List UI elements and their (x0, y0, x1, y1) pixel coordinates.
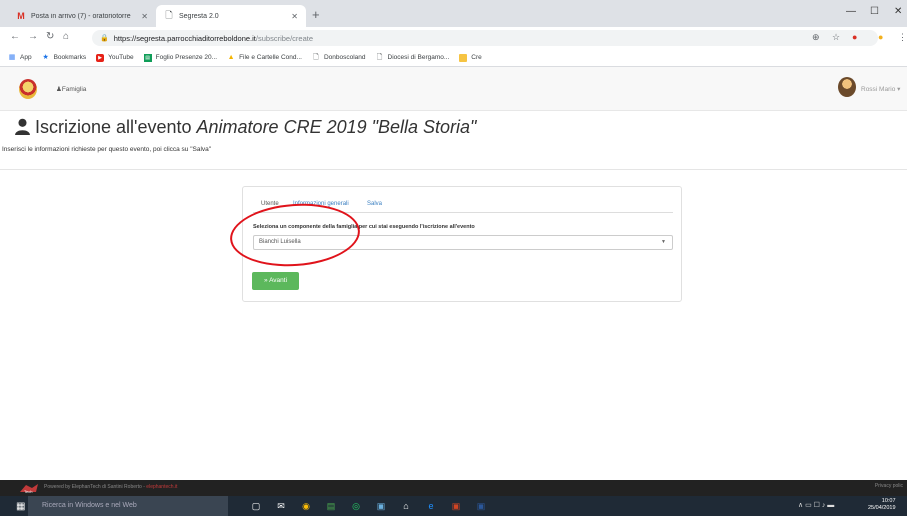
apps-grid-icon: ▦ (8, 53, 16, 61)
app-navbar: ♟Famiglia Rossi Mario ▾ (0, 67, 907, 111)
taskbar-clock[interactable]: 10:07 25/04/2019 (868, 498, 896, 512)
site-footer: Tech Powered by ElephanTech di Santini R… (0, 480, 907, 496)
bookmark-foglio[interactable]: ▤ Foglio Presenze 20... (143, 53, 217, 62)
avanti-button[interactable]: » Avanti (252, 272, 299, 290)
parish-logo[interactable] (19, 79, 37, 99)
tab-gmail[interactable]: M Posta in arrivo (7) - oratoriotorre ✕ (8, 5, 156, 27)
bookmark-apps[interactable]: ▦ App (8, 54, 32, 62)
bookmark-star-icon[interactable]: ☆ (832, 32, 840, 43)
avatar[interactable] (838, 77, 856, 97)
page-subtitle: Inserisci le informazioni richieste per … (2, 146, 212, 153)
user-icon (15, 118, 30, 135)
browser-toolbar: ← → ↻ ⌂ 🔒 https://segresta.parrocchiadit… (0, 27, 907, 49)
minimize-icon[interactable]: — (846, 6, 856, 17)
folder-icon (459, 53, 468, 62)
elephantech-logo: Tech (20, 484, 38, 494)
store-icon[interactable]: ⌂ (400, 500, 412, 512)
bookmark-diocesi[interactable]: 🗋 Diocesi di Bergamo... (376, 54, 450, 62)
divider (0, 169, 907, 170)
bookmark-youtube[interactable]: ▶ YouTube (96, 53, 134, 62)
caret-down-icon: ▾ (897, 86, 901, 93)
bookmark-bookmarks[interactable]: ★ Bookmarks (42, 53, 86, 62)
lock-icon: 🔒 (100, 35, 109, 42)
home-icon[interactable]: ⌂ (63, 31, 69, 42)
profile-icon[interactable]: ● (878, 32, 883, 42)
tab-title: Segresta 2.0 (179, 12, 219, 20)
page-icon: 🗋 (165, 10, 173, 20)
close-icon[interactable]: ✕ (291, 12, 298, 21)
forward-icon[interactable]: → (28, 31, 38, 42)
edge-icon[interactable]: e (425, 500, 437, 512)
url-path: /subscribe/create (255, 33, 314, 43)
task-view-icon[interactable]: ▢ (250, 500, 262, 512)
back-icon[interactable]: ← (10, 31, 20, 42)
new-tab-button[interactable]: + (312, 7, 320, 22)
tab-title: Posta in arrivo (7) - oratoriotorre (31, 12, 131, 20)
footer-credits: Powered by ElephanTech di Santini Robert… (44, 484, 178, 490)
maximize-icon[interactable]: ☐ (870, 6, 879, 17)
star-icon: ★ (42, 53, 49, 61)
taskbar-search[interactable]: Ricerca in Windows e nel Web (28, 496, 228, 516)
event-name: Animatore CRE 2019 "Bella Storia" (196, 117, 477, 137)
menu-icon[interactable]: ⋮ (898, 32, 907, 43)
url-host: https://segresta.parrocchiaditorreboldon… (113, 33, 256, 43)
bookmark-donboscoland[interactable]: 🗋 Donboscoland (312, 53, 365, 62)
privacy-link[interactable]: Privacy polic (875, 483, 903, 489)
sheets-icon: ▤ (143, 53, 152, 62)
page-icon: 🗋 (376, 53, 383, 61)
window-close-icon[interactable]: ✕ (894, 6, 902, 17)
system-tray-icons[interactable]: ∧ ▭ ☐ ♪ ▬ (798, 501, 834, 509)
windows-taskbar: ▦ Ricerca in Windows e nel Web ▢ ✉ ◉ ▤ ◎… (0, 496, 907, 516)
whatsapp-icon[interactable]: ◎ (350, 500, 362, 512)
page-icon: 🗋 (313, 53, 319, 61)
address-bar[interactable]: 🔒 https://segresta.parrocchiaditorrebold… (92, 30, 878, 46)
word-icon[interactable]: ▣ (475, 500, 487, 512)
tab-segresta[interactable]: 🗋 Segresta 2.0 ✕ (156, 5, 306, 27)
user-menu[interactable]: Rossi Mario ▾ (861, 85, 900, 93)
svg-text:Tech: Tech (24, 489, 32, 494)
explorer-icon[interactable]: ▤ (325, 500, 337, 512)
footer-link[interactable]: elephantech.it (146, 484, 177, 490)
bookmarks-bar: ▦ App ★ Bookmarks ▶ YouTube ▤ Foglio Presenz… (0, 49, 907, 67)
mail-icon[interactable]: ✉ (275, 500, 287, 512)
youtube-icon: ▶ (96, 53, 105, 62)
gmail-icon: M (17, 11, 25, 21)
bookmark-drive[interactable]: ▲ File e Cartelle Cond... (227, 54, 302, 62)
powerpoint-icon[interactable]: ▣ (450, 500, 462, 512)
chevron-down-icon: ▼ (661, 239, 666, 245)
extension-icon[interactable]: ● (852, 32, 857, 42)
bookmark-cre[interactable]: Cre (459, 53, 482, 62)
double-chevron-right-icon: » (263, 277, 268, 284)
drive-icon: ▲ (227, 53, 235, 61)
windows-start-icon[interactable]: ▦ (16, 501, 25, 512)
nav-item-famiglia[interactable]: ♟Famiglia (56, 85, 86, 93)
tab-salva[interactable]: Salva (367, 201, 382, 207)
chrome-icon[interactable]: ◉ (300, 500, 312, 512)
close-icon[interactable]: ✕ (141, 12, 148, 21)
browser-tab-bar: M Posta in arrivo (7) - oratoriotorre ✕ … (0, 0, 907, 27)
page-title: Iscrizione all'evento Animatore CRE 2019… (14, 117, 476, 138)
zoom-icon[interactable]: ⊕ (812, 32, 820, 43)
reload-icon[interactable]: ↻ (46, 31, 54, 42)
project-icon[interactable]: ▣ (375, 500, 387, 512)
